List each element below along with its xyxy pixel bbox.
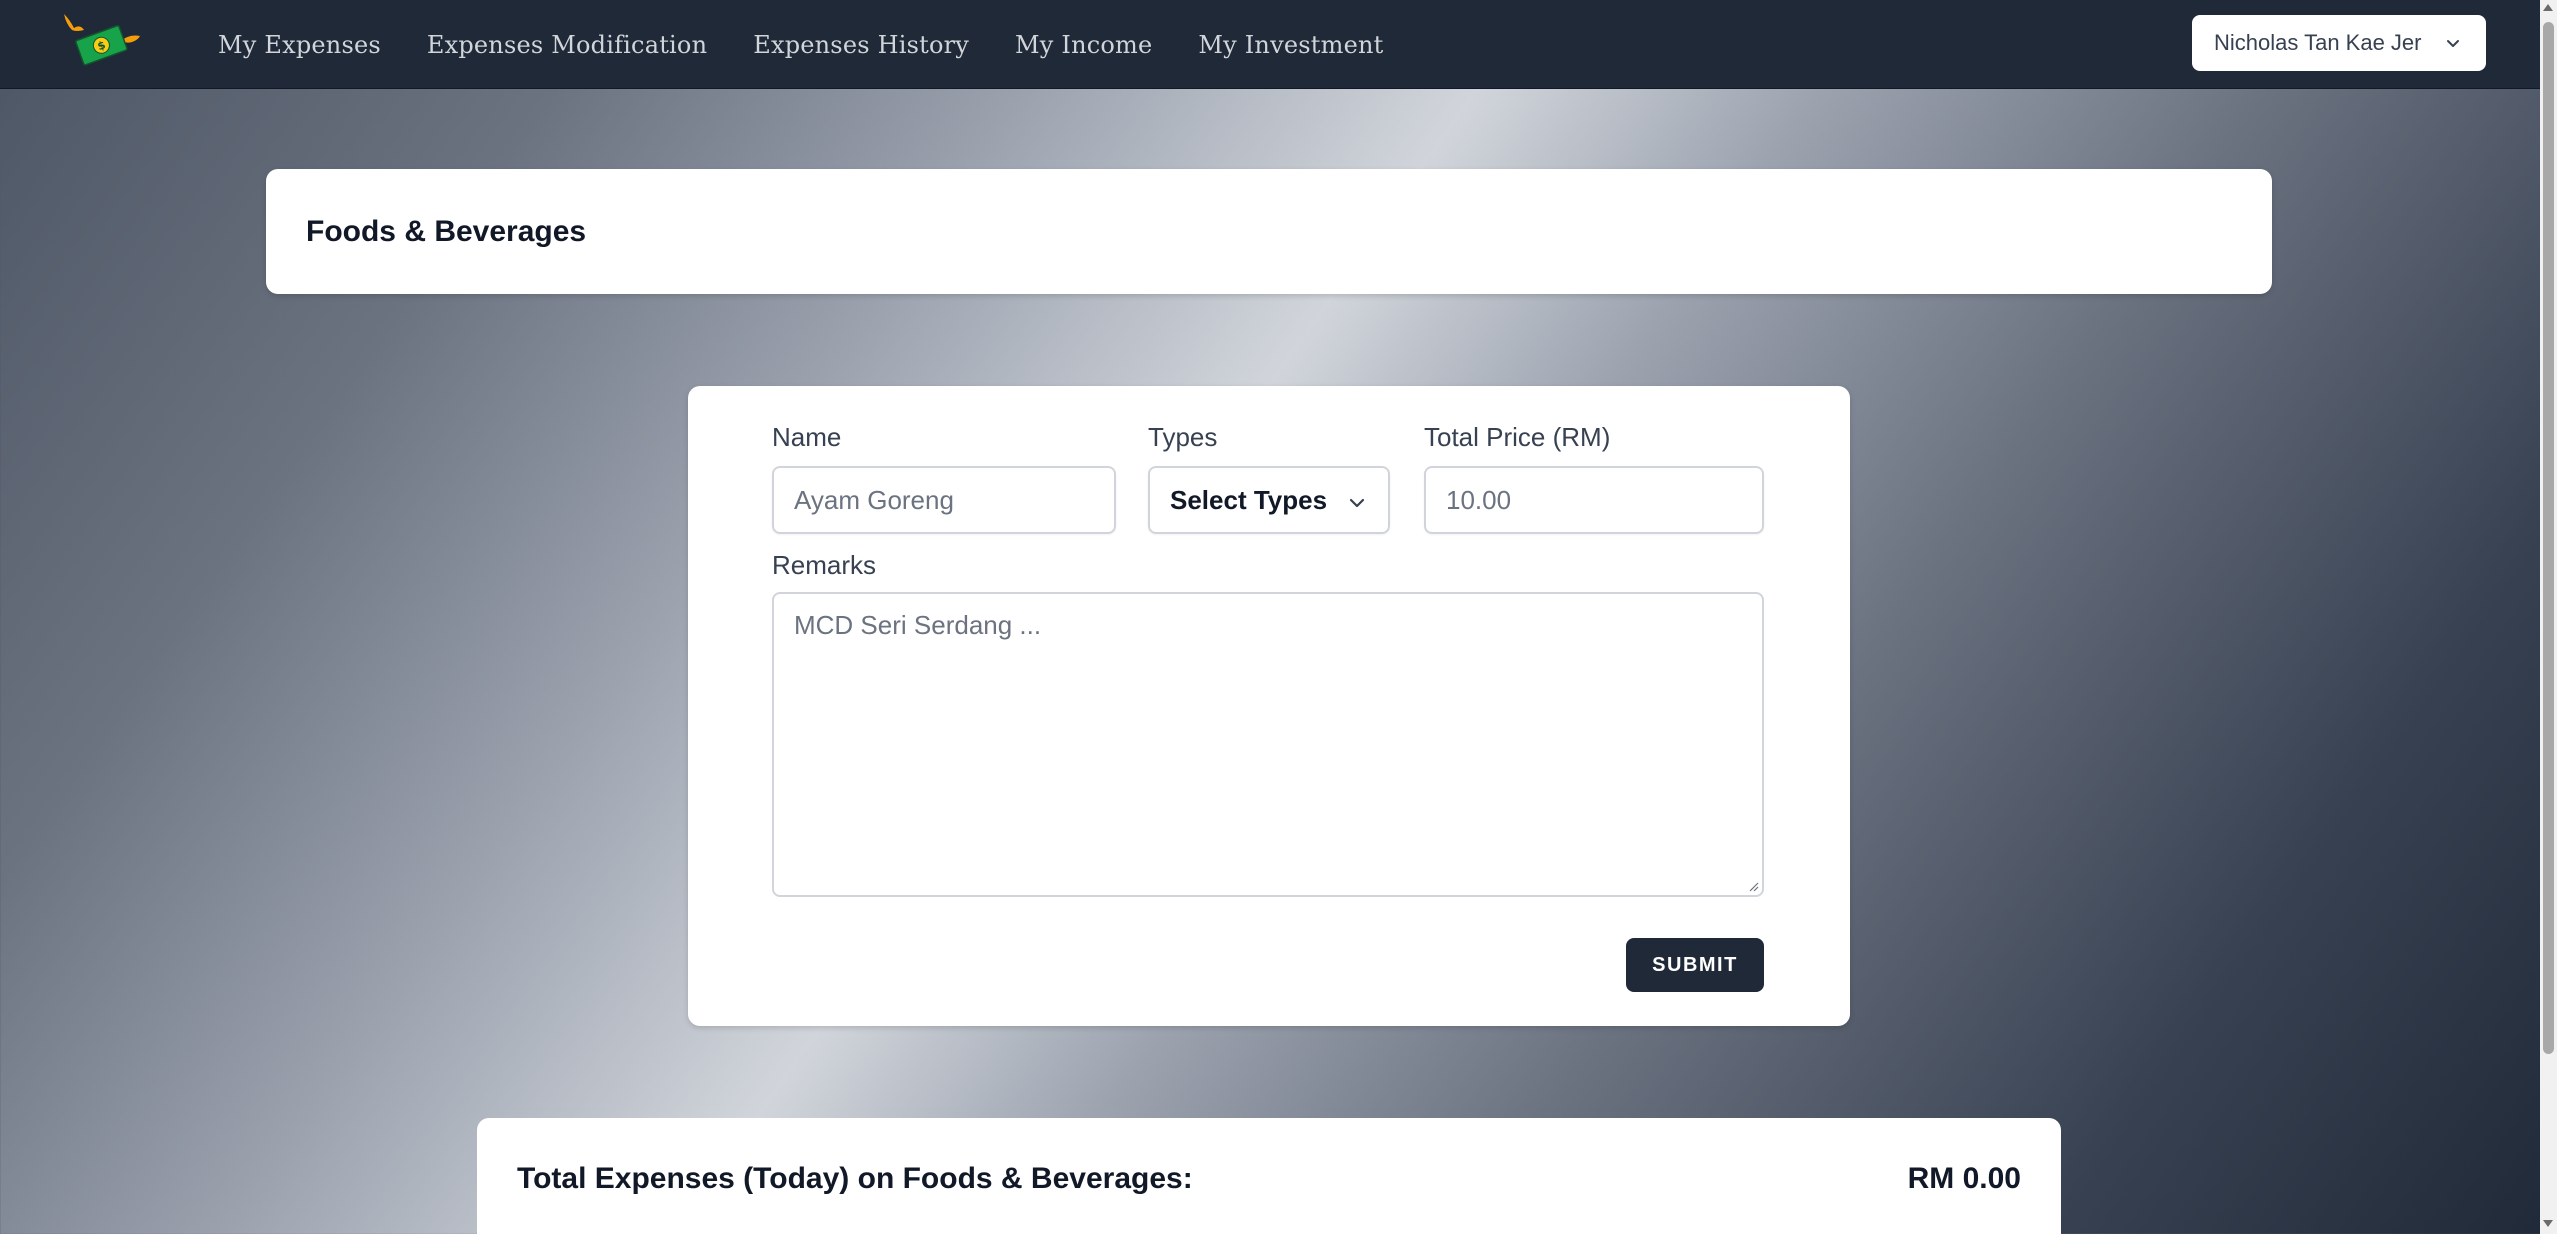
nav-my-investment[interactable]: My Investment bbox=[1198, 31, 1383, 59]
types-label: Types bbox=[1148, 422, 1218, 452]
total-expenses-label: Total Expenses (Today) on Foods & Bevera… bbox=[517, 1162, 1193, 1195]
submit-button[interactable]: SUBMIT bbox=[1626, 938, 1764, 992]
scroll-down-arrow-icon[interactable] bbox=[2543, 1220, 2553, 1227]
nav-links: My Expenses Expenses Modification Expens… bbox=[218, 0, 1383, 89]
total-expenses-card: Total Expenses (Today) on Foods & Bevera… bbox=[477, 1118, 2061, 1234]
flying-money-logo[interactable]: $ bbox=[60, 10, 144, 70]
total-expenses-value: RM 0.00 bbox=[1907, 1162, 2021, 1195]
nav-expenses-modification[interactable]: Expenses Modification bbox=[427, 31, 707, 59]
top-navbar: $ My Expenses Expenses Modification Expe… bbox=[0, 0, 2540, 89]
types-select[interactable]: Select Types bbox=[1148, 466, 1390, 534]
nav-my-income[interactable]: My Income bbox=[1015, 31, 1152, 59]
remarks-placeholder: MCD Seri Serdang ... bbox=[794, 610, 1042, 640]
page-title: Foods & Beverages bbox=[306, 215, 587, 248]
nav-my-expenses[interactable]: My Expenses bbox=[218, 31, 381, 59]
nav-expenses-history[interactable]: Expenses History bbox=[753, 31, 969, 59]
name-label: Name bbox=[772, 422, 842, 452]
category-header-card: Foods & Beverages bbox=[266, 169, 2272, 294]
user-name: Nicholas Tan Kae Jer bbox=[2214, 30, 2422, 55]
resize-grip-icon[interactable] bbox=[1747, 880, 1759, 892]
types-selected-value: Select Types bbox=[1170, 484, 1328, 515]
name-placeholder: Ayam Goreng bbox=[794, 484, 954, 515]
user-menu-dropdown[interactable]: Nicholas Tan Kae Jer bbox=[2192, 15, 2486, 71]
name-input[interactable]: Ayam Goreng bbox=[772, 466, 1116, 534]
scroll-up-arrow-icon[interactable] bbox=[2543, 4, 2553, 11]
scroll-thumb[interactable] bbox=[2543, 22, 2554, 1054]
price-placeholder: 10.00 bbox=[1446, 484, 1512, 515]
expense-form-card: Name Ayam Goreng Types Select Types Tota… bbox=[688, 386, 1850, 1026]
price-input[interactable]: 10.00 bbox=[1424, 466, 1764, 534]
chevron-down-icon bbox=[2447, 40, 2459, 47]
chevron-down-icon bbox=[1349, 498, 1365, 508]
price-label: Total Price (RM) bbox=[1424, 422, 1611, 452]
remarks-label: Remarks bbox=[772, 550, 877, 580]
remarks-textarea[interactable]: MCD Seri Serdang ... bbox=[772, 592, 1764, 897]
